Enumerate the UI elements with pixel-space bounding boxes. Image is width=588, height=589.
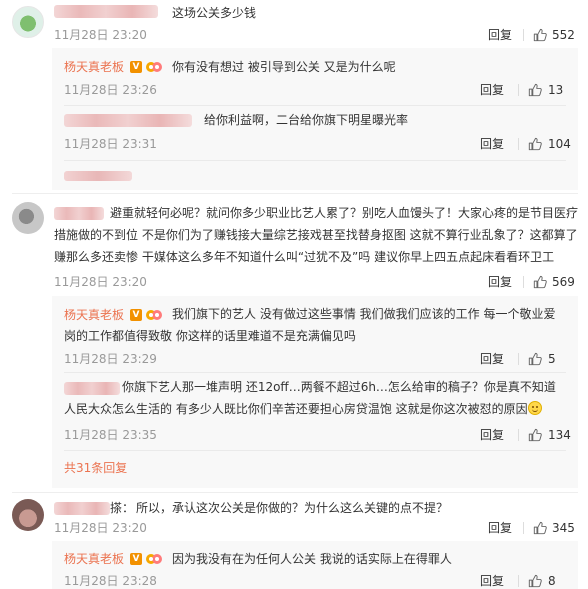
reply-button[interactable]: 回复 (488, 275, 512, 289)
reply-time: 11月28日 23:31 (64, 137, 157, 151)
reply-time: 11月28日 23:35 (64, 428, 157, 442)
comment-divider (12, 193, 578, 194)
reply-button[interactable]: 回复 (488, 521, 512, 535)
comment-time: 11月28日 23:20 (54, 28, 147, 42)
like-count: 345 (552, 521, 575, 535)
thumbs-up-icon[interactable] (528, 428, 542, 442)
avatar[interactable] (12, 202, 44, 234)
thumbs-up-icon[interactable] (533, 521, 547, 535)
reply-button[interactable]: 回复 (488, 28, 512, 42)
verified-v-icon: V (130, 61, 142, 73)
thumbs-up-icon[interactable] (533, 28, 547, 42)
thumbs-up-icon[interactable] (528, 83, 542, 97)
commenter-name-suffix[interactable]: 搽： (110, 497, 134, 519)
divider (523, 522, 524, 534)
reply-text-content: 你旗下艺人那一堆声明 还12off…两餐不超过6h…怎么给审的稿子？你是真不知道… (64, 380, 556, 416)
thumbs-up-icon[interactable] (528, 137, 542, 151)
divider (518, 429, 519, 441)
like-count: 134 (548, 428, 571, 442)
reply-button[interactable]: 回复 (480, 137, 504, 151)
reply-button[interactable]: 回复 (480, 352, 504, 366)
comment-time: 11月28日 23:20 (54, 275, 147, 289)
reply-time: 11月28日 23:26 (64, 83, 157, 97)
fan-badge-icon (146, 552, 162, 566)
divider (64, 105, 566, 106)
reply-text: 因为我没有在为任何人公关 我说的话实际上在得罪人 (172, 552, 452, 566)
divider (64, 450, 566, 451)
avatar[interactable] (12, 6, 44, 38)
divider (523, 276, 524, 288)
comment-divider (12, 492, 578, 493)
comment-text: 避重就轻何必呢？就问你多少职业比艺人累了？别吃人血馒头了！大家心疼的是节目医疗措… (54, 206, 579, 264)
reply-time: 11月28日 23:29 (64, 352, 157, 366)
reply-author-blurred[interactable] (64, 114, 192, 127)
reply-thread: 杨天真老板 V 我们旗下的艺人 没有做过这些事情 我们做我们应该的工作 每一个敬… (52, 296, 578, 488)
like-count: 8 (548, 574, 556, 588)
like-count: 5 (548, 352, 556, 366)
more-replies-link[interactable]: 共31条回复 (64, 461, 127, 475)
reply-thread: 杨天真老板 V 因为我没有在为任何人公关 我说的话实际上在得罪人 11月28日 … (52, 541, 578, 589)
fan-badge-icon (146, 60, 162, 74)
smile-emoji-icon (527, 401, 542, 415)
verified-v-icon: V (130, 553, 142, 565)
thumbs-up-icon[interactable] (528, 352, 542, 366)
thumbs-up-icon[interactable] (528, 574, 542, 588)
reply-time: 11月28日 23:28 (64, 574, 157, 588)
divider (64, 160, 566, 161)
reply-button[interactable]: 回复 (480, 574, 504, 588)
reply-thread: 杨天真老板 V 你有没有想过 被引导到公关 又是为什么呢 11月28日 23:2… (52, 48, 578, 190)
like-count: 104 (548, 137, 571, 151)
like-count: 569 (552, 275, 575, 289)
commenter-name-blurred[interactable] (54, 5, 158, 18)
comment-text: 这场公关多少钱 (172, 6, 257, 20)
comment-time: 11月28日 23:20 (54, 521, 147, 535)
divider (518, 353, 519, 365)
reply-button[interactable]: 回复 (480, 83, 504, 97)
reply-text: 你有没有想过 被引导到公关 又是为什么呢 (172, 60, 396, 74)
divider (64, 372, 566, 373)
comment-text: 所以，承认这次公关是你做的？为什么这么关键的点不提？ (136, 501, 449, 515)
reply-text: 给你利益啊，二台给你旗下明星曝光率 (204, 113, 409, 127)
reply-button[interactable]: 回复 (480, 428, 504, 442)
thumbs-up-icon[interactable] (533, 275, 547, 289)
like-count: 13 (548, 83, 564, 97)
divider (518, 138, 519, 150)
avatar[interactable] (12, 499, 44, 531)
commenter-name-blurred[interactable] (54, 502, 110, 515)
divider (523, 29, 524, 41)
divider (518, 575, 519, 587)
more-replies-blurred[interactable] (64, 171, 132, 181)
like-count: 552 (552, 28, 575, 42)
reply-text: 你旗下艺人那一堆声明 还12off…两餐不超过6h…怎么给审的稿子？你是真不知道… (64, 376, 566, 420)
reply-author[interactable]: 杨天真老板 (64, 552, 124, 566)
reply-text: 我们旗下的艺人 没有做过这些事情 我们做我们应该的工作 每一个敬业爱岗的工作都值… (64, 307, 556, 343)
divider (518, 84, 519, 96)
reply-author[interactable]: 杨天真老板 (64, 60, 124, 74)
